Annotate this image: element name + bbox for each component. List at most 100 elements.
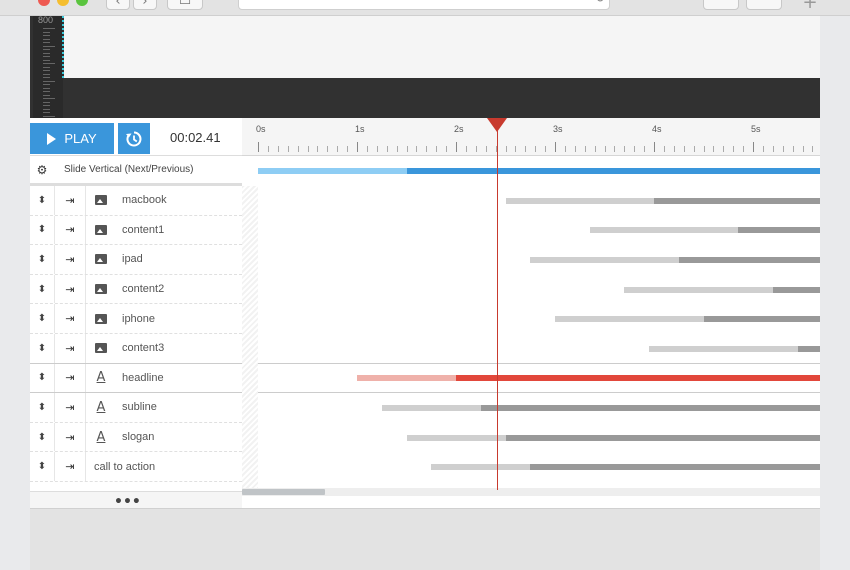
ruler-label: 800 xyxy=(38,16,54,25)
minimize-window-button[interactable] xyxy=(57,0,69,6)
align-end-icon[interactable]: ⇥ xyxy=(54,422,86,452)
layer-bar-main[interactable] xyxy=(505,434,820,441)
layer-bar-intro[interactable] xyxy=(589,227,739,234)
layer-row-content3[interactable]: ⬍ ⇥ content3 xyxy=(30,334,242,364)
maximize-window-button[interactable] xyxy=(76,0,88,6)
layer-bar-intro[interactable] xyxy=(555,316,704,323)
drag-handle-icon[interactable]: ⬍ xyxy=(30,254,54,265)
major-tick xyxy=(456,142,457,152)
layer-bar-intro[interactable] xyxy=(431,464,531,471)
play-button[interactable]: PLAY xyxy=(30,123,114,154)
drag-handle-icon[interactable]: ⬍ xyxy=(30,402,54,413)
text-layer-icon-cell: A xyxy=(86,430,116,445)
layer-bar-intro[interactable] xyxy=(357,375,456,382)
close-window-button[interactable] xyxy=(38,0,50,6)
back-icon[interactable]: ‹ xyxy=(106,0,130,10)
layer-bar-intro[interactable] xyxy=(624,286,773,293)
layer-bar-main[interactable] xyxy=(772,286,820,293)
slide-row[interactable]: ⚙ Slide Vertical (Next/Previous) xyxy=(30,156,242,186)
layer-bar-intro[interactable] xyxy=(381,405,481,411)
layer-row-subline[interactable]: ⬍ ⇥ Asubline xyxy=(30,393,242,423)
reload-icon[interactable]: ↻ xyxy=(595,0,605,5)
time-ruler[interactable]: 0s 1s 2s 3s 4s 5s xyxy=(242,118,820,156)
playhead-marker[interactable] xyxy=(486,118,507,132)
layer-row-call-to-action[interactable]: ⬍ ⇥ call to action xyxy=(30,452,242,482)
forward-icon[interactable]: › xyxy=(133,0,157,10)
layer-row-ipad[interactable]: ⬍ ⇥ ipad xyxy=(30,245,242,275)
major-tick xyxy=(357,142,358,152)
ruler-tick xyxy=(43,70,50,71)
ruler-tick xyxy=(43,31,50,33)
gear-icon[interactable]: ⚙ xyxy=(30,163,54,177)
history-button[interactable] xyxy=(118,123,150,154)
ruler-tick xyxy=(43,35,50,36)
slide-bar-intro[interactable] xyxy=(258,168,407,174)
layer-row-iphone[interactable]: ⬍ ⇥ iphone xyxy=(30,304,242,334)
drag-handle-icon[interactable]: ⬍ xyxy=(30,284,54,295)
drag-handle-icon[interactable]: ⬍ xyxy=(30,313,54,324)
drag-handle-icon[interactable]: ⬍ xyxy=(30,195,54,206)
layer-bar-main[interactable] xyxy=(530,464,820,471)
minor-tick xyxy=(772,146,774,152)
layer-bar-main[interactable] xyxy=(738,227,820,234)
align-end-icon[interactable]: ⇥ xyxy=(54,304,86,333)
address-bar[interactable]: ↻ xyxy=(238,0,610,10)
image-layer-icon-cell xyxy=(86,254,116,265)
drag-handle-icon[interactable]: ⬍ xyxy=(30,432,54,443)
drag-handle-icon[interactable]: ⬍ xyxy=(30,372,54,383)
slide-bar-main[interactable] xyxy=(406,168,820,174)
tabs-button[interactable] xyxy=(746,0,782,10)
ruler-tick xyxy=(43,87,50,89)
align-end-icon[interactable]: ⇥ xyxy=(54,245,86,274)
layer-row-content1[interactable]: ⬍ ⇥ content1 xyxy=(30,215,242,246)
layer-bar-intro[interactable] xyxy=(649,345,798,352)
major-tick xyxy=(753,142,754,152)
layer-bar-intro[interactable] xyxy=(530,257,679,263)
layer-bar-intro[interactable] xyxy=(406,434,506,441)
timeline-tracks[interactable] xyxy=(242,156,820,491)
layer-row-content2[interactable]: ⬍ ⇥ content2 xyxy=(30,274,242,305)
text-icon: A xyxy=(96,399,106,415)
layer-bar-main[interactable] xyxy=(456,375,820,382)
layer-row-headline[interactable]: ⬍ ⇥ Aheadline xyxy=(30,363,242,394)
minor-tick xyxy=(723,146,725,152)
layer-row-macbook[interactable]: ⬍ ⇥ macbook xyxy=(30,186,242,216)
new-tab-icon[interactable]: + xyxy=(800,0,820,14)
layer-row-slogan[interactable]: ⬍ ⇥ Aslogan xyxy=(30,422,242,453)
drag-handle-icon[interactable]: ⬍ xyxy=(30,224,54,235)
scrollbar-thumb[interactable] xyxy=(242,489,325,495)
minor-tick xyxy=(327,146,329,152)
text-icon: A xyxy=(96,429,106,445)
minor-tick xyxy=(485,146,487,152)
image-layer-icon-cell xyxy=(86,195,116,206)
image-icon xyxy=(95,313,107,324)
align-end-icon[interactable]: ⇥ xyxy=(54,452,86,481)
layer-bar-main[interactable] xyxy=(480,405,820,411)
layer-bar-main[interactable] xyxy=(703,316,820,323)
minor-tick xyxy=(277,146,279,152)
image-icon xyxy=(95,195,107,206)
layer-label: ipad xyxy=(122,253,143,266)
layer-bar-intro[interactable] xyxy=(505,197,654,204)
align-end-icon[interactable]: ⇥ xyxy=(54,215,86,245)
layer-bar-main[interactable] xyxy=(654,197,820,204)
align-end-icon[interactable]: ⇥ xyxy=(54,186,86,215)
image-layer-icon-cell xyxy=(86,343,116,354)
align-end-icon[interactable]: ⇥ xyxy=(54,393,86,422)
align-end-icon[interactable]: ⇥ xyxy=(54,274,86,304)
drag-handle-icon[interactable]: ⬍ xyxy=(30,343,54,354)
drag-handle-icon[interactable]: ⬍ xyxy=(30,461,54,472)
align-end-icon[interactable]: ⇥ xyxy=(54,363,86,393)
layer-bar-main[interactable] xyxy=(797,345,820,352)
ruler-tick xyxy=(43,84,50,85)
sidebar-icon[interactable]: ▭ xyxy=(167,0,203,10)
stage-canvas[interactable] xyxy=(64,16,820,78)
image-layer-icon-cell xyxy=(86,313,116,324)
minor-tick xyxy=(436,146,438,152)
align-end-icon[interactable]: ⇥ xyxy=(54,334,86,363)
share-button[interactable] xyxy=(703,0,739,10)
horizontal-scrollbar[interactable] xyxy=(242,488,820,496)
minor-tick xyxy=(297,146,299,152)
ruler-tick xyxy=(43,94,50,96)
layer-bar-main[interactable] xyxy=(678,257,820,263)
